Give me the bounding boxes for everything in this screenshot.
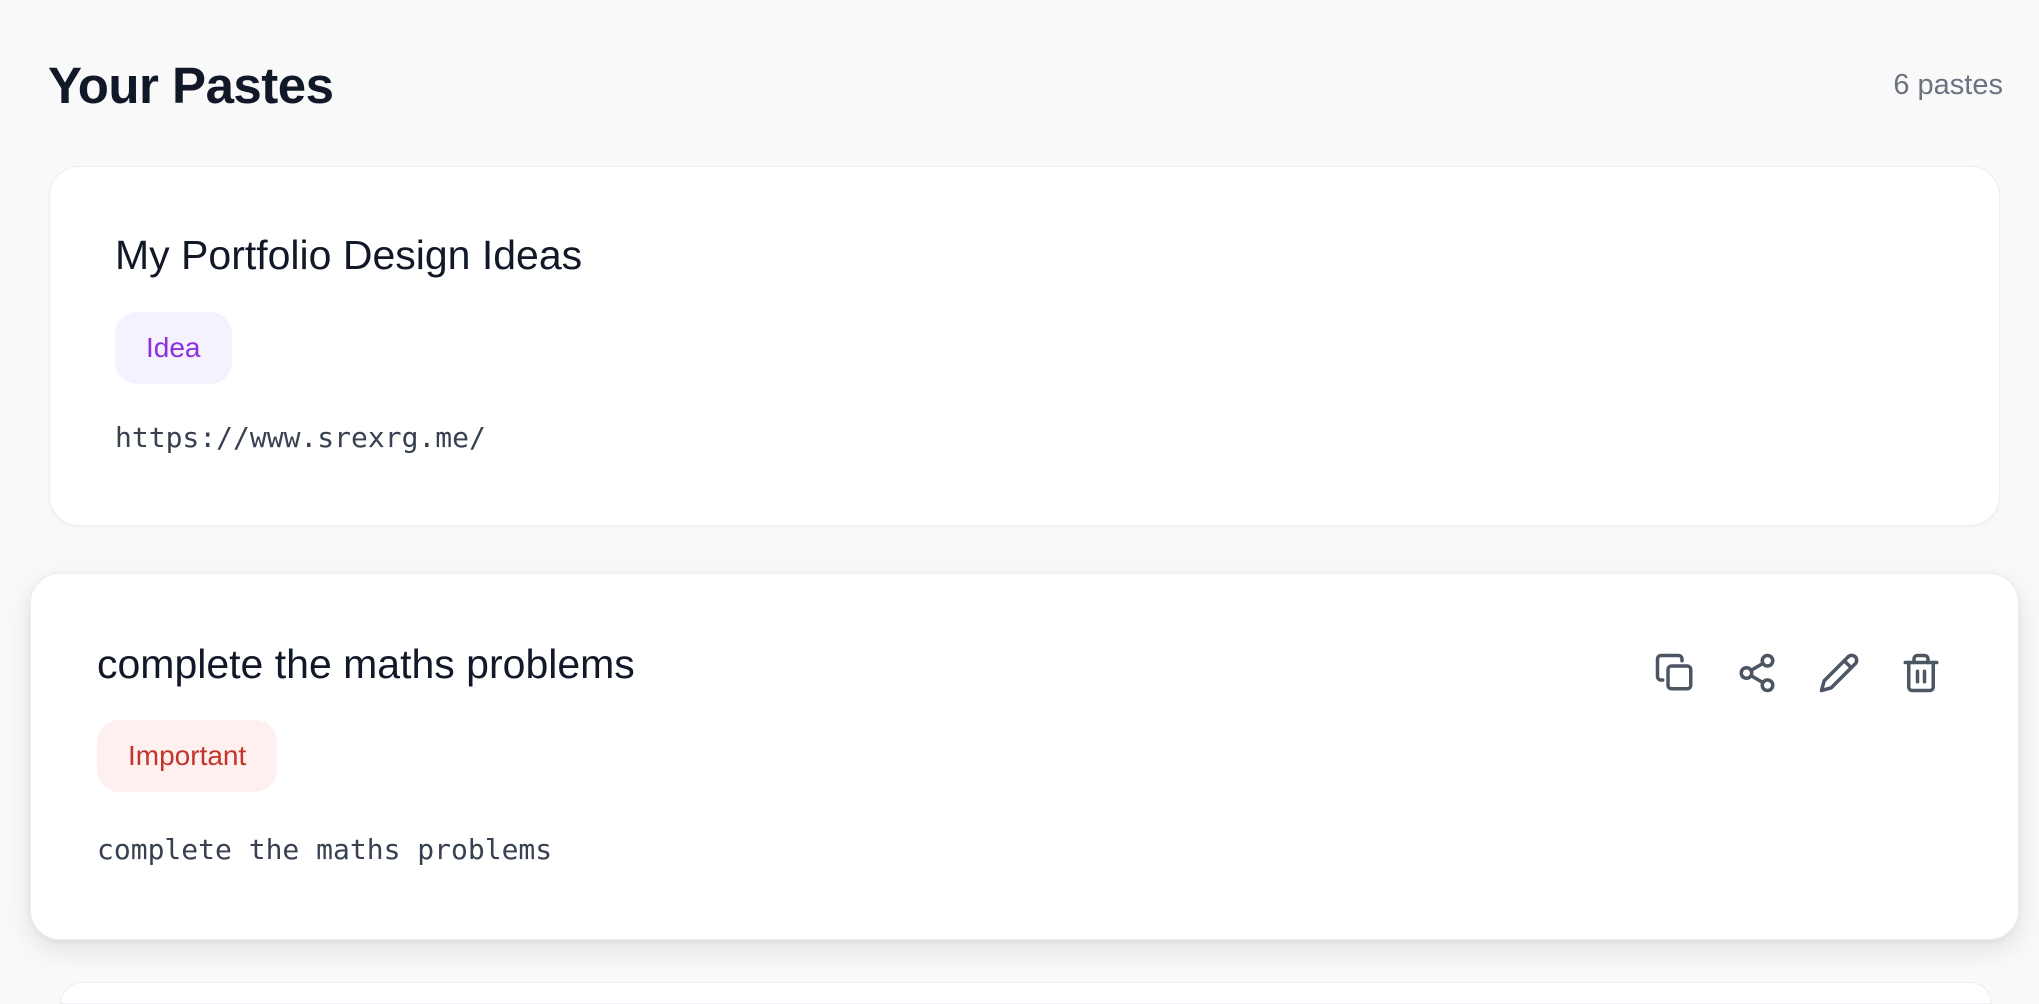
page-title: Your Pastes xyxy=(48,56,334,114)
paste-content: https://www.srexrg.me/ xyxy=(115,421,486,454)
paste-title: complete the maths problems xyxy=(97,641,635,687)
delete-button[interactable] xyxy=(1900,652,1942,694)
edit-button[interactable] xyxy=(1818,652,1860,694)
paste-content: complete the maths problems xyxy=(97,833,553,866)
share-icon xyxy=(1739,653,1775,693)
paste-count: 6 pastes xyxy=(1893,68,2003,101)
paste-card[interactable]: complete the maths problems Important co… xyxy=(30,573,2019,940)
paste-tag: Important xyxy=(97,720,278,792)
trash-icon xyxy=(1903,653,1939,693)
paste-tag: Idea xyxy=(115,312,232,384)
edit-icon xyxy=(1819,653,1859,693)
copy-icon xyxy=(1655,653,1693,691)
paste-card[interactable]: My Portfolio Design Ideas Idea https://w… xyxy=(49,166,2000,526)
paste-title: My Portfolio Design Ideas xyxy=(115,232,583,278)
page-header: Your Pastes 6 pastes xyxy=(48,50,2003,120)
share-button[interactable] xyxy=(1736,652,1778,694)
copy-button[interactable] xyxy=(1654,652,1696,694)
paste-actions xyxy=(1654,652,1942,694)
paste-card[interactable] xyxy=(60,982,1992,1004)
